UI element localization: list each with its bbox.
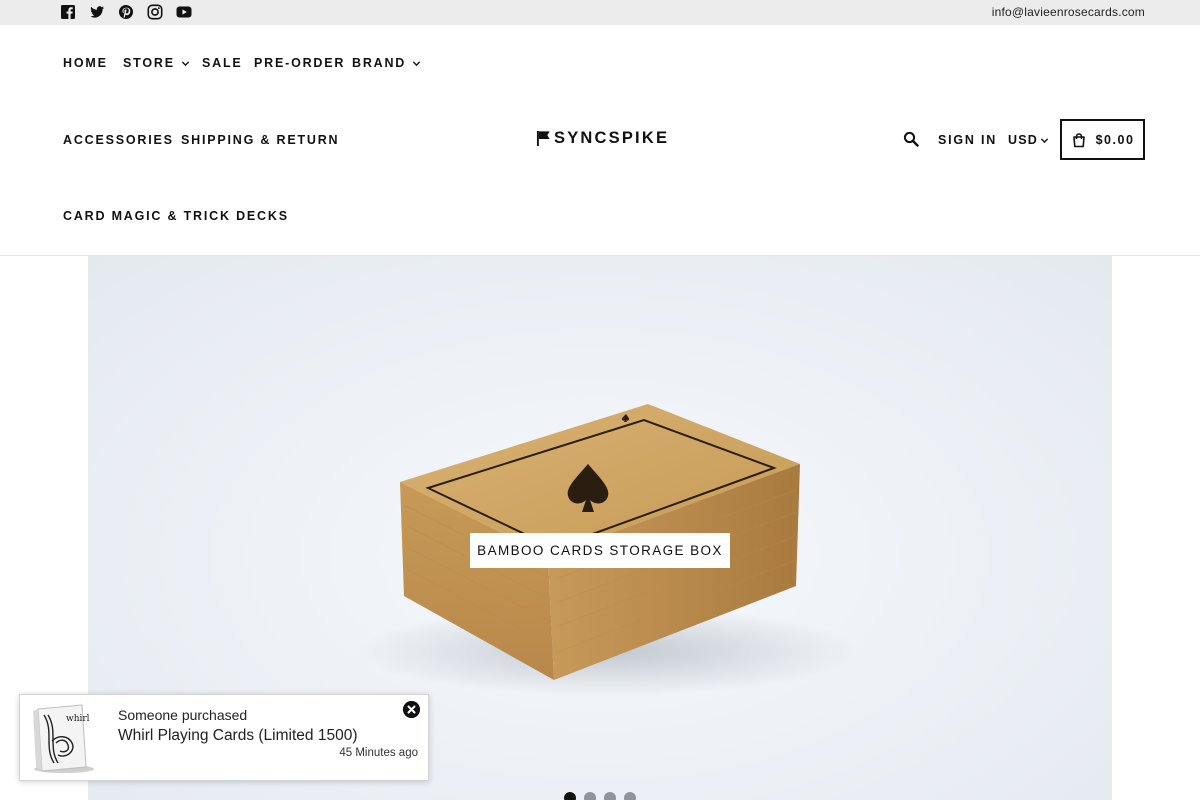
sign-in-link[interactable]: SIGN IN xyxy=(938,133,997,147)
pinterest-icon[interactable] xyxy=(118,4,134,20)
nav-sale-label: SALE xyxy=(202,56,243,70)
top-bar: info@lavieenrosecards.com xyxy=(0,0,1200,25)
contact-email-link[interactable]: info@lavieenrosecards.com xyxy=(992,5,1145,19)
nav-card-magic-label: CARD MAGIC & TRICK DECKS xyxy=(63,209,289,223)
toast-box-text: whirl xyxy=(66,714,90,724)
nav-store-label: STORE xyxy=(123,56,175,70)
close-icon[interactable] xyxy=(403,701,420,718)
nav-home-label: HOME xyxy=(63,56,108,70)
site-header: HOME STORE SALE PRE-ORDER BRAND ACCESSOR… xyxy=(0,25,1200,256)
chevron-down-icon xyxy=(181,59,190,68)
toast-product-link[interactable]: Whirl Playing Cards (Limited 1500) xyxy=(118,727,357,745)
slide-dot-4[interactable] xyxy=(624,792,636,800)
youtube-icon[interactable] xyxy=(176,4,192,20)
search-icon[interactable] xyxy=(903,131,919,147)
chevron-down-icon xyxy=(1040,136,1049,145)
nav-store[interactable]: STORE xyxy=(123,56,190,70)
nav-accessories[interactable]: ACCESSORIES xyxy=(63,133,174,147)
nav-card-magic[interactable]: CARD MAGIC & TRICK DECKS xyxy=(63,209,289,223)
currency-value: USD xyxy=(1008,133,1038,147)
facebook-icon[interactable] xyxy=(60,4,76,20)
slide-dot-2[interactable] xyxy=(584,792,596,800)
cart-button[interactable]: $0.00 xyxy=(1060,119,1145,160)
slide-dot-3[interactable] xyxy=(604,792,616,800)
currency-selector[interactable]: USD xyxy=(1008,133,1049,147)
cart-icon xyxy=(1071,132,1087,148)
nav-home[interactable]: HOME xyxy=(63,56,108,70)
instagram-icon[interactable] xyxy=(147,4,163,20)
product-thumbnail: whirl xyxy=(28,701,98,775)
twitter-icon[interactable] xyxy=(89,4,105,20)
nav-shipping-label: SHIPPING & RETURN xyxy=(181,133,340,147)
nav-sale[interactable]: SALE xyxy=(202,56,243,70)
site-logo[interactable]: SYNCSPIKE xyxy=(536,129,669,148)
nav-brand[interactable]: BRAND xyxy=(352,56,421,70)
slideshow-dots xyxy=(564,792,636,800)
nav-brand-label: BRAND xyxy=(352,56,407,70)
nav-preorder-label: PRE-ORDER xyxy=(254,56,346,70)
nav-shipping-return[interactable]: SHIPPING & RETURN xyxy=(181,133,339,147)
social-links xyxy=(60,4,192,20)
chevron-down-icon xyxy=(412,59,421,68)
purchase-notification[interactable]: whirl Someone purchased Whirl Playing Ca… xyxy=(19,694,429,781)
cart-total: $0.00 xyxy=(1095,132,1135,147)
toast-message: Someone purchased xyxy=(118,707,248,723)
slide-dot-1[interactable] xyxy=(564,792,576,800)
toast-timestamp: 45 Minutes ago xyxy=(339,747,418,759)
nav-preorder[interactable]: PRE-ORDER xyxy=(254,56,345,70)
hero-caption-button[interactable]: BAMBOO CARDS STORAGE BOX xyxy=(470,533,730,568)
nav-accessories-label: ACCESSORIES xyxy=(63,133,174,147)
flag-icon xyxy=(536,130,553,147)
logo-text: SYNCSPIKE xyxy=(554,129,670,147)
